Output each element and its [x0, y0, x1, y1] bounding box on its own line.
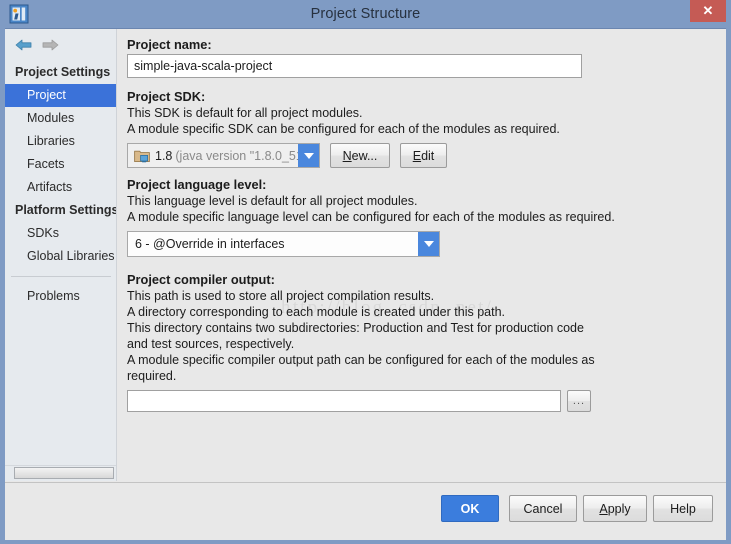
sidebar-scrollbar-thumb[interactable]: [14, 467, 114, 479]
project-settings-panel: http://blog. csdn. net/ Project name: Pr…: [118, 29, 726, 481]
language-level-combobox[interactable]: 6 - @Override in interfaces: [127, 231, 440, 257]
cancel-button[interactable]: Cancel: [509, 495, 577, 522]
sidebar-divider: [11, 276, 111, 277]
project-sdk-combobox[interactable]: 1.8 (java version "1.8.0_51"): [127, 143, 320, 168]
compiler-output-desc-4: and test sources, respectively.: [127, 337, 295, 351]
new-sdk-button-label: New...: [342, 148, 378, 163]
title-bar: Project Structure ✕: [0, 0, 731, 28]
close-button[interactable]: ✕: [690, 0, 726, 22]
compiler-output-label: Project compiler output:: [127, 272, 275, 287]
sidebar-item-modules[interactable]: Modules: [5, 107, 116, 130]
project-name-input[interactable]: [127, 54, 582, 78]
sidebar-group-platform-settings: Platform Settings: [15, 203, 117, 217]
dialog-body: Project Settings Project Modules Librari…: [5, 28, 726, 540]
compiler-output-browse-button[interactable]: ...: [567, 390, 591, 412]
project-sdk-version: 1.8: [155, 148, 173, 163]
sidebar-item-global-libraries[interactable]: Global Libraries: [5, 245, 116, 268]
language-level-desc-1: This language level is default for all p…: [127, 194, 418, 208]
sidebar-item-artifacts[interactable]: Artifacts: [5, 176, 116, 199]
project-sdk-selected-value: 1.8 (java version "1.8.0_51"): [128, 144, 298, 167]
sidebar-item-project[interactable]: Project: [5, 84, 116, 107]
sidebar-item-list: Project Settings Project Modules Librari…: [5, 61, 117, 308]
compiler-output-input[interactable]: [127, 390, 561, 412]
project-sdk-detail: (java version "1.8.0_51"): [175, 148, 298, 163]
help-button[interactable]: Help: [653, 495, 713, 522]
sidebar-item-problems[interactable]: Problems: [5, 285, 116, 308]
edit-sdk-button[interactable]: Edit: [400, 143, 447, 168]
ok-button[interactable]: OK: [441, 495, 499, 522]
sidebar-horizontal-scrollbar[interactable]: [5, 465, 116, 481]
new-sdk-button[interactable]: New...: [330, 143, 390, 168]
window-title: Project Structure: [310, 6, 421, 22]
chevron-down-icon[interactable]: [418, 232, 439, 256]
sidebar-item-libraries[interactable]: Libraries: [5, 130, 116, 153]
arrow-right-icon[interactable]: [39, 35, 61, 55]
folder-icon: [134, 149, 150, 163]
sidebar-group-project-settings: Project Settings: [15, 65, 111, 79]
settings-sidebar: Project Settings Project Modules Librari…: [5, 29, 117, 481]
compiler-output-desc-5: A module specific compiler output path c…: [127, 353, 595, 367]
sidebar-item-facets[interactable]: Facets: [5, 153, 116, 176]
compiler-output-desc-6: required.: [127, 369, 177, 383]
apply-button-label: Apply: [599, 501, 631, 516]
chevron-down-icon[interactable]: [298, 144, 319, 167]
sidebar-navigation: [13, 35, 61, 57]
compiler-output-desc-3: This directory contains two subdirectori…: [127, 321, 584, 335]
project-structure-window: Project Structure ✕ Project Settings Pro…: [0, 0, 731, 544]
compiler-output-desc-2: A directory corresponding to each module…: [127, 305, 505, 319]
project-sdk-label: Project SDK:: [127, 89, 206, 104]
language-level-desc-2: A module specific language level can be …: [127, 210, 615, 224]
compiler-output-desc-1: This path is used to store all project c…: [127, 289, 435, 303]
project-name-label: Project name:: [127, 37, 212, 52]
project-sdk-desc-1: This SDK is default for all project modu…: [127, 106, 363, 120]
arrow-left-icon[interactable]: [13, 35, 35, 55]
dialog-button-bar: OK Cancel Apply Help: [5, 482, 726, 540]
sidebar-item-sdks[interactable]: SDKs: [5, 222, 116, 245]
project-sdk-desc-2: A module specific SDK can be configured …: [127, 122, 560, 136]
language-level-selected-value: 6 - @Override in interfaces: [135, 237, 285, 251]
apply-button[interactable]: Apply: [583, 495, 647, 522]
edit-sdk-button-label: Edit: [412, 148, 435, 163]
language-level-label: Project language level:: [127, 177, 267, 192]
